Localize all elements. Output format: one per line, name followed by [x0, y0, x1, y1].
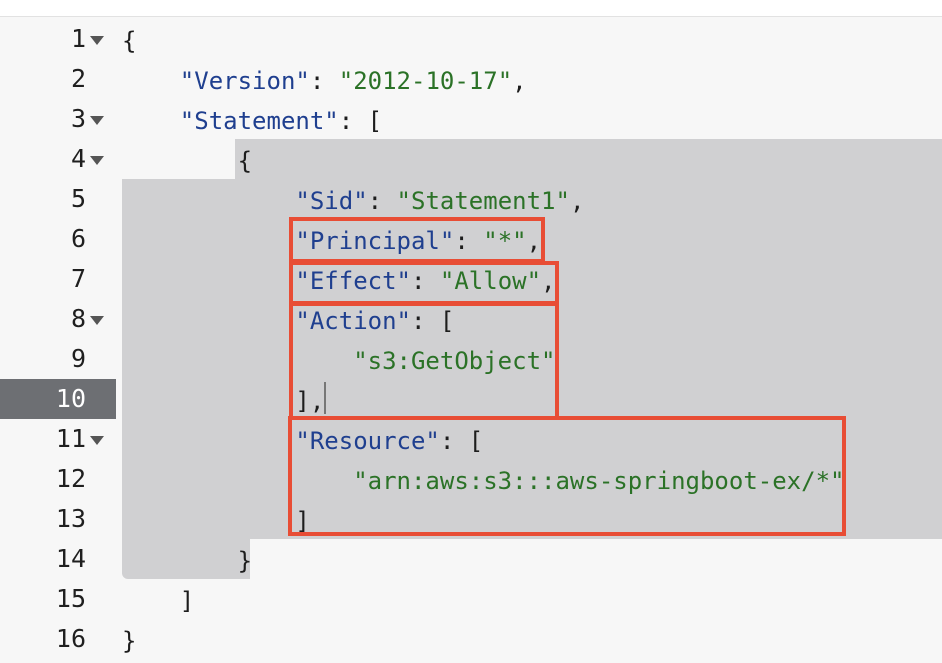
line-number: 8 — [70, 304, 86, 333]
code-line-5: "Sid": "Statement1", — [122, 181, 584, 221]
fold-caret-down-icon[interactable] — [90, 36, 104, 45]
punctuation: : — [367, 187, 397, 215]
punctuation: : — [309, 67, 339, 95]
line-number: 15 — [55, 584, 86, 613]
code-line-1: { — [122, 21, 136, 61]
line-number: 4 — [70, 144, 86, 173]
json-string: "2012-10-17" — [338, 67, 513, 95]
gutter-line-11: 11 — [0, 419, 116, 459]
line-number: 7 — [70, 264, 86, 293]
code-editor[interactable]: 1 2 3 4 5 6 7 8 9 10 11 12 13 14 15 16 {… — [0, 16, 942, 663]
code-line-4: { — [122, 141, 252, 181]
line-number: 16 — [55, 624, 86, 653]
punctuation: { — [122, 27, 137, 55]
effect-highlight-box — [289, 261, 559, 305]
gutter-line-12: 12 — [0, 459, 116, 499]
resource-highlight-box — [288, 416, 846, 536]
principal-highlight-box — [289, 217, 545, 263]
gutter-line-6: 6 — [0, 219, 116, 259]
gutter-line-15: 15 — [0, 579, 116, 619]
line-number: 3 — [70, 104, 86, 133]
gutter-line-4: 4 — [0, 139, 116, 179]
fold-caret-down-icon[interactable] — [90, 436, 104, 445]
line-number: 2 — [70, 64, 86, 93]
code-line-2: "Version": "2012-10-17", — [122, 61, 527, 101]
line-number: 10 — [55, 384, 86, 413]
punctuation: ] — [179, 587, 195, 615]
line-number: 12 — [55, 464, 86, 493]
code-line-16: } — [122, 621, 136, 661]
gutter-line-active: 10 — [0, 379, 116, 419]
punctuation: , — [569, 187, 585, 215]
line-number: 14 — [55, 544, 86, 573]
fold-caret-down-icon[interactable] — [90, 316, 104, 325]
punctuation: } — [237, 547, 253, 575]
punctuation: , — [512, 67, 527, 95]
line-number: 9 — [70, 344, 86, 373]
line-number: 6 — [70, 224, 86, 253]
punctuation: { — [237, 147, 253, 175]
line-number: 11 — [55, 424, 86, 453]
gutter-line-16: 16 — [0, 619, 116, 659]
gutter-line-7: 7 — [0, 259, 116, 299]
code-line-15: ] — [122, 581, 194, 621]
fold-caret-down-icon[interactable] — [90, 156, 104, 165]
punctuation: : [ — [338, 107, 383, 135]
line-number-gutter: 1 2 3 4 5 6 7 8 9 10 11 12 13 14 15 16 — [0, 17, 116, 663]
json-key: "Version" — [179, 67, 310, 95]
gutter-line-9: 9 — [0, 339, 116, 379]
code-line-14: } — [122, 541, 252, 581]
punctuation: } — [122, 627, 137, 655]
gutter-line-5: 5 — [0, 179, 116, 219]
code-line-13: ] — [122, 501, 309, 541]
line-number: 5 — [70, 184, 86, 213]
json-key: "Sid" — [295, 187, 368, 215]
gutter-line-13: 13 — [0, 499, 116, 539]
action-highlight-box — [289, 302, 559, 420]
line-number: 1 — [70, 24, 86, 53]
gutter-line-1: 1 — [0, 19, 116, 59]
json-key: "Statement" — [179, 107, 339, 135]
code-line-3: "Statement": [ — [122, 101, 382, 141]
gutter-line-14: 14 — [0, 539, 116, 579]
gutter-line-2: 2 — [0, 59, 116, 99]
gutter-line-3: 3 — [0, 99, 116, 139]
fold-caret-down-icon[interactable] — [90, 116, 104, 125]
gutter-line-8: 8 — [0, 299, 116, 339]
json-string: "Statement1" — [396, 187, 570, 215]
line-number: 13 — [55, 504, 86, 533]
